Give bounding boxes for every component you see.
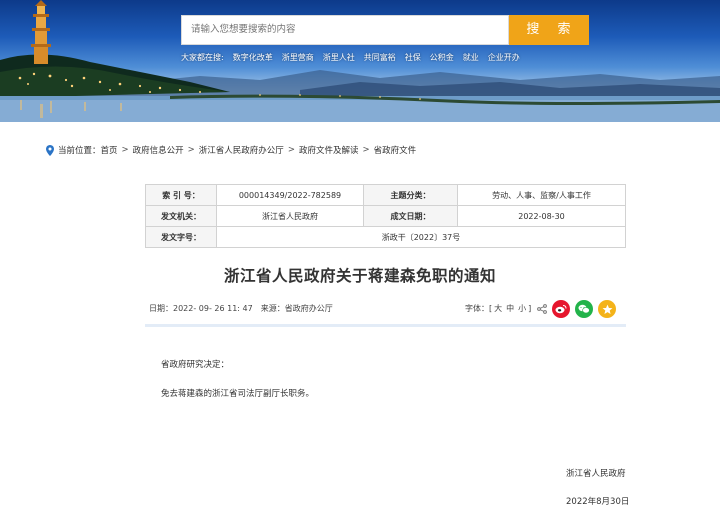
star-icon — [602, 304, 612, 314]
breadcrumb-separator: > — [287, 145, 295, 155]
body-paragraph: 省政府研究决定： — [161, 360, 230, 370]
weibo-share-button[interactable] — [552, 300, 570, 318]
breadcrumb-item-province-docs[interactable]: 省政府文件 — [374, 144, 417, 156]
favorite-button[interactable] — [598, 300, 616, 318]
breadcrumb-item-home[interactable]: 首页 — [101, 144, 118, 156]
content-divider — [145, 324, 626, 327]
wechat-icon — [578, 304, 590, 314]
date-label: 成文日期： — [363, 205, 458, 227]
hot-search-label: 大家都在搜: — [181, 53, 224, 62]
hot-search-link[interactable]: 社保 — [405, 53, 421, 62]
font-size-small-button[interactable]: 小 — [518, 304, 526, 313]
breadcrumb-item-general-office[interactable]: 浙江省人民政府办公厅 — [199, 144, 284, 156]
font-size-bracket: ] — [528, 304, 532, 313]
signature-date: 2022年8月30日 — [566, 497, 630, 507]
table-row: 发文字号： 浙政干〔2022〕37号 — [145, 226, 626, 248]
index-no-value: 000014349/2022-782589 — [216, 184, 364, 206]
page-title: 浙江省人民政府关于蒋建森免职的通知 — [223, 267, 496, 285]
doc-no-label: 发文字号： — [145, 226, 217, 248]
index-no-label: 索 引 号： — [145, 184, 217, 206]
search-button[interactable]: 搜 索 — [509, 15, 589, 45]
breadcrumb: 当前位置： 首页 > 政府信息公开 > 浙江省人民政府办公厅 > 政府文件及解读… — [46, 144, 416, 156]
issuer-value: 浙江省人民政府 — [216, 205, 364, 227]
table-row: 发文机关： 浙江省人民政府 成文日期： 2022-08-30 — [145, 205, 626, 227]
font-size-medium-button[interactable]: 中 — [506, 304, 514, 313]
breadcrumb-separator: > — [187, 145, 195, 155]
wechat-share-button[interactable] — [575, 300, 593, 318]
issuer-label: 发文机关： — [145, 205, 217, 227]
breadcrumb-item-info-disclosure[interactable]: 政府信息公开 — [133, 144, 184, 156]
search-input[interactable] — [181, 15, 509, 45]
weibo-icon — [555, 305, 567, 314]
doc-no-value: 浙政干〔2022〕37号 — [216, 226, 626, 248]
leifeng-pagoda-icon — [31, 0, 51, 64]
article-source: 来源：省政府办公厅 — [260, 304, 333, 313]
hot-search-link[interactable]: 公积金 — [430, 53, 454, 62]
article-info: 日期：2022- 09- 26 11: 47 来源：省政府办公厅 — [149, 303, 333, 314]
category-value: 劳动、人事、监察/人事工作 — [457, 184, 626, 206]
hot-search-link[interactable]: 浙里营商 — [282, 53, 314, 62]
breadcrumb-item-documents[interactable]: 政府文件及解读 — [299, 144, 359, 156]
date-value: 2022-08-30 — [457, 205, 626, 227]
hot-search-row: 大家都在搜: 数字化改革 浙里营商 浙里人社 共同富裕 社保 公积金 就业 企业开办 — [181, 52, 529, 63]
hot-search-link[interactable]: 共同富裕 — [364, 53, 396, 62]
breadcrumb-label: 当前位置： — [58, 146, 101, 156]
share-icon[interactable] — [537, 304, 547, 314]
category-label: 主题分类： — [363, 184, 458, 206]
font-size-label: 字体：[ — [465, 304, 493, 313]
table-row: 索 引 号： 000014349/2022-782589 主题分类： 劳动、人事… — [145, 184, 626, 206]
breadcrumb-separator: > — [121, 145, 129, 155]
hot-search-link[interactable]: 企业开办 — [488, 53, 520, 62]
font-size-large-button[interactable]: 大 — [494, 304, 502, 313]
breadcrumb-separator: > — [362, 145, 370, 155]
font-size-switcher: 字体：[大中小] — [465, 303, 531, 314]
header-banner: 搜 索 大家都在搜: 数字化改革浙里营商浙里人社共同富裕社保公积金就业企业开办 — [0, 0, 720, 122]
publish-date: 日期：2022- 09- 26 11: 47 — [149, 304, 253, 313]
signature-organization: 浙江省人民政府 — [566, 469, 626, 479]
body-paragraph: 免去蒋建森的浙江省司法厅副厅长职务。 — [161, 389, 315, 399]
hot-search-link[interactable]: 数字化改革 — [233, 53, 273, 62]
document-meta-table: 索 引 号： 000014349/2022-782589 主题分类： 劳动、人事… — [145, 184, 626, 248]
hot-search-link[interactable]: 就业 — [463, 53, 479, 62]
hot-search-link[interactable]: 浙里人社 — [323, 53, 355, 62]
location-pin-icon — [46, 144, 54, 156]
